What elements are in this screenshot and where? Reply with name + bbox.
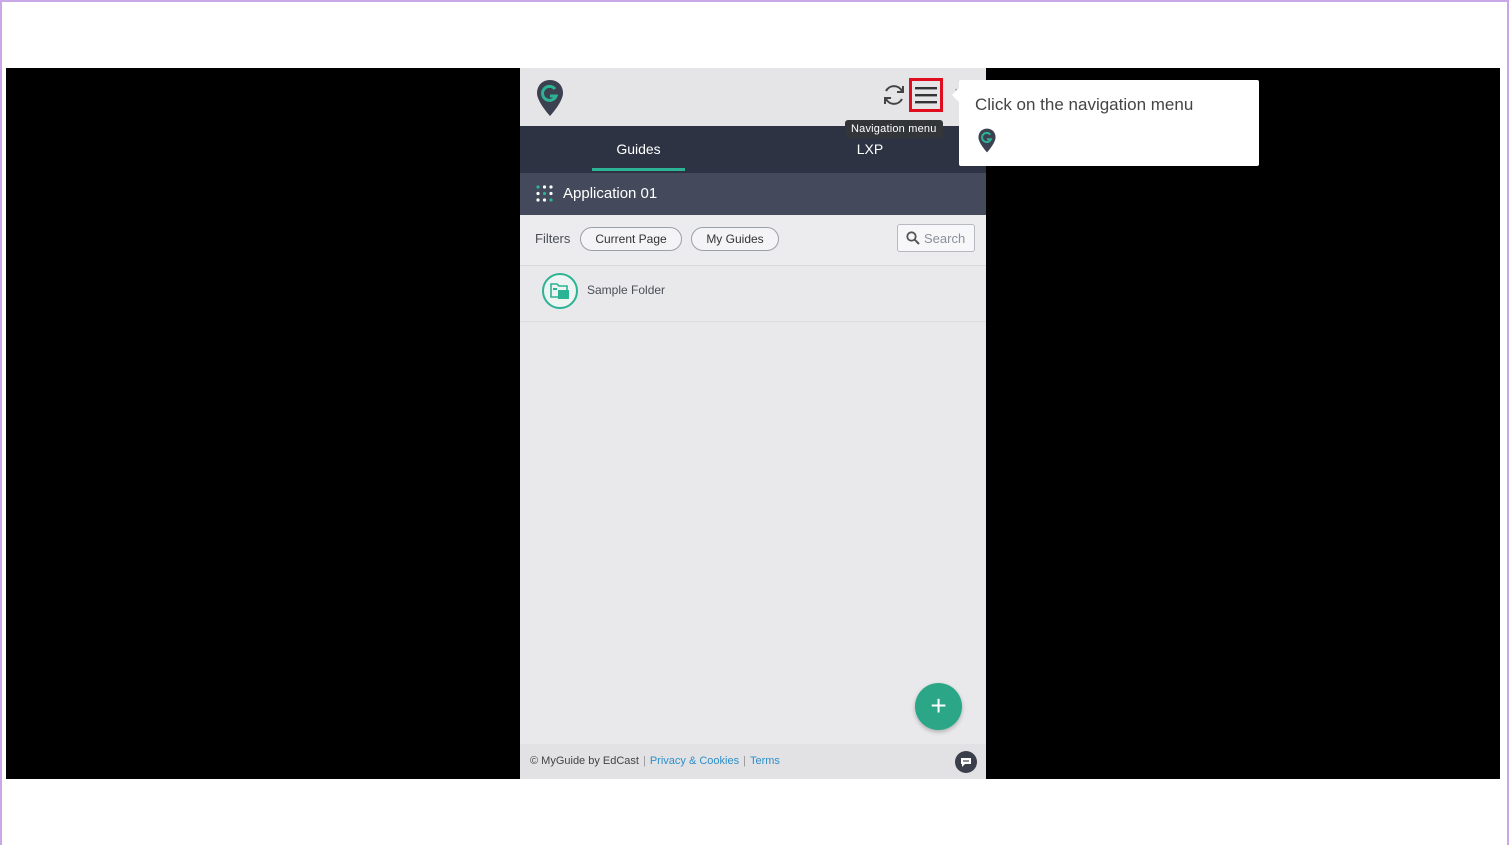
privacy-link[interactable]: Privacy & Cookies bbox=[650, 755, 739, 767]
myguide-logo-icon bbox=[978, 128, 996, 153]
terms-link[interactable]: Terms bbox=[750, 755, 780, 767]
myguide-panel: ✕ Guides LXP Navigation menu Application… bbox=[520, 68, 986, 779]
folder-icon-wrap bbox=[542, 273, 578, 309]
add-button[interactable]: + bbox=[915, 683, 962, 730]
filter-my-guides-chip[interactable]: My Guides bbox=[691, 227, 779, 251]
application-bar[interactable]: Application 01 bbox=[520, 173, 986, 215]
copyright-text: © MyGuide by EdCast bbox=[530, 755, 639, 767]
navigation-menu-button[interactable] bbox=[909, 78, 943, 112]
search-input[interactable]: Search bbox=[897, 224, 975, 252]
myguide-logo-icon bbox=[537, 80, 563, 116]
filters-bar: Filters Current Page My Guides Search bbox=[520, 215, 986, 266]
search-placeholder: Search bbox=[924, 231, 966, 246]
hamburger-menu-icon bbox=[915, 87, 937, 104]
list-item[interactable]: Sample Folder bbox=[520, 265, 986, 322]
tab-guides[interactable]: Guides bbox=[592, 126, 685, 173]
panel-header: ✕ bbox=[520, 68, 986, 126]
panel-footer: © MyGuide by EdCast | Privacy & Cookies | Te… bbox=[520, 744, 986, 779]
app-grid-icon[interactable] bbox=[536, 185, 553, 202]
footer-text: © MyGuide by EdCast | Privacy & Cookies | Te… bbox=[530, 755, 780, 767]
filters-label: Filters bbox=[535, 231, 571, 246]
filter-current-page-chip[interactable]: Current Page bbox=[580, 227, 682, 251]
active-tab-indicator bbox=[592, 168, 685, 171]
callout-text: Click on the navigation menu bbox=[975, 95, 1194, 114]
navigation-menu-tooltip: Navigation menu bbox=[845, 120, 943, 138]
application-title: Application 01 bbox=[563, 185, 658, 202]
guide-step-callout: Click on the navigation menu bbox=[959, 80, 1259, 166]
list-item-label: Sample Folder bbox=[587, 283, 666, 297]
refresh-icon[interactable] bbox=[881, 82, 907, 108]
chat-icon[interactable] bbox=[955, 751, 977, 773]
search-icon bbox=[906, 231, 920, 245]
folder-icon bbox=[550, 283, 569, 299]
